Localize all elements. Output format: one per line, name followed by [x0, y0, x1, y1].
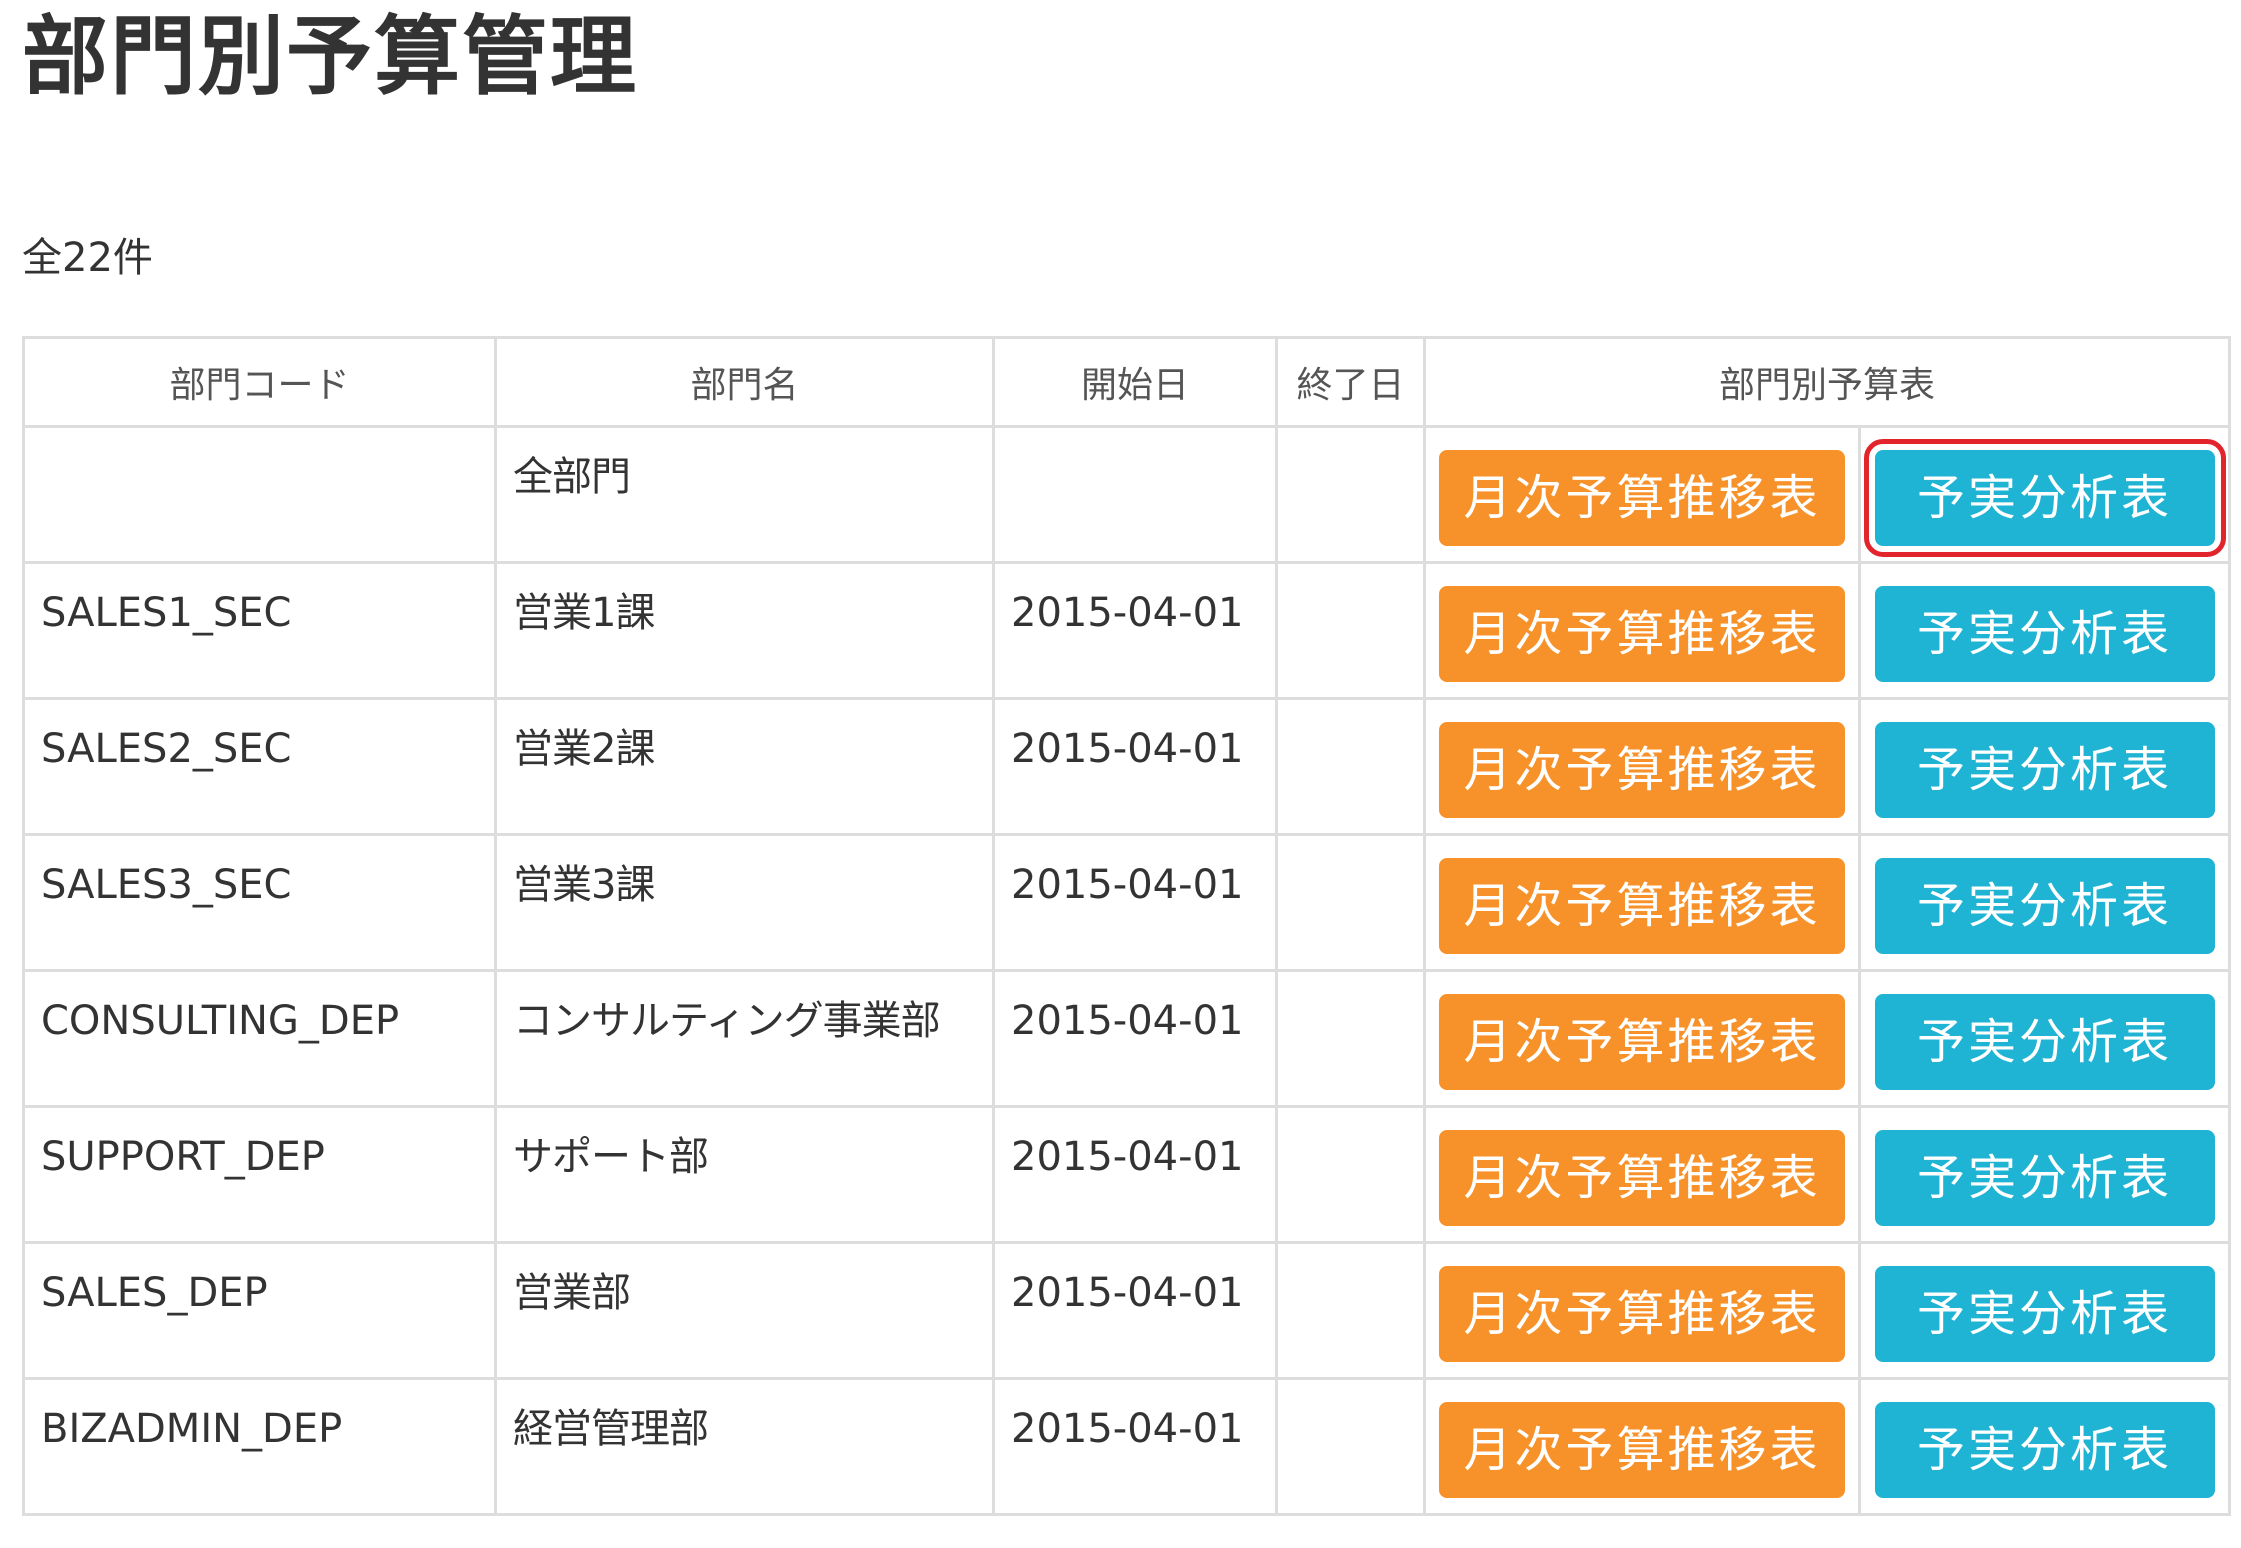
end-date-cell	[1275, 1377, 1426, 1516]
analysis-button-cell: 予実分析表	[1857, 1377, 2232, 1516]
monthly-budget-trend-button[interactable]: 月次予算推移表	[1439, 450, 1845, 546]
department-name-cell: 営業部	[494, 1241, 995, 1380]
monthly-button-cell: 月次予算推移表	[1423, 1241, 1861, 1380]
analysis-button-cell: 予実分析表	[1857, 425, 2232, 564]
department-name-cell: 営業2課	[494, 697, 995, 836]
header-department-name: 部門名	[494, 336, 995, 428]
header-start-date: 開始日	[992, 336, 1278, 428]
analysis-button-cell: 予実分析表	[1857, 1105, 2232, 1244]
monthly-budget-trend-button[interactable]: 月次予算推移表	[1439, 1266, 1845, 1362]
start-date-cell	[992, 425, 1278, 564]
department-name-cell: 経営管理部	[494, 1377, 995, 1516]
analysis-button-cell: 予実分析表	[1857, 1241, 2232, 1380]
table-row: SUPPORT_DEP サポート部 2015-04-01 月次予算推移表 予実分析表	[22, 1105, 2232, 1244]
monthly-button-cell: 月次予算推移表	[1423, 425, 1861, 564]
end-date-cell	[1275, 833, 1426, 972]
department-name-cell: サポート部	[494, 1105, 995, 1244]
monthly-button-cell: 月次予算推移表	[1423, 833, 1861, 972]
table-body: 全部門 月次予算推移表 予実分析表 SALES1_SEC 営業1課 2015-04-01 月…	[22, 425, 2232, 1516]
department-code-cell: SALES_DEP	[22, 1241, 497, 1380]
budget-actual-analysis-button[interactable]: 予実分析表	[1874, 994, 2215, 1090]
end-date-cell	[1275, 1241, 1426, 1380]
department-code-cell	[22, 425, 497, 564]
header-department-budget: 部門別予算表	[1422, 336, 2232, 428]
table-row: CONSULTING_DEP コンサルティング事業部 2015-04-01 月次予算推…	[22, 969, 2232, 1108]
budget-actual-analysis-button[interactable]: 予実分析表	[1874, 1130, 2215, 1226]
monthly-budget-trend-button[interactable]: 月次予算推移表	[1439, 858, 1845, 954]
header-department-code: 部門コード	[22, 336, 497, 428]
budget-actual-analysis-button[interactable]: 予実分析表	[1874, 722, 2215, 818]
department-name-cell: 全部門	[494, 425, 995, 564]
end-date-cell	[1275, 1105, 1426, 1244]
table-row: 全部門 月次予算推移表 予実分析表	[22, 425, 2232, 564]
department-name-cell: 営業3課	[494, 833, 995, 972]
monthly-button-cell: 月次予算推移表	[1423, 969, 1861, 1108]
monthly-button-cell: 月次予算推移表	[1423, 561, 1861, 700]
start-date-cell: 2015-04-01	[992, 697, 1278, 836]
end-date-cell	[1275, 697, 1426, 836]
department-code-cell: SALES2_SEC	[22, 697, 497, 836]
department-code-cell: BIZADMIN_DEP	[22, 1377, 497, 1516]
start-date-cell: 2015-04-01	[992, 1241, 1278, 1380]
start-date-cell: 2015-04-01	[992, 1105, 1278, 1244]
table-row: SALES1_SEC 営業1課 2015-04-01 月次予算推移表 予実分析表	[22, 561, 2232, 700]
monthly-budget-trend-button[interactable]: 月次予算推移表	[1439, 1402, 1845, 1498]
end-date-cell	[1275, 425, 1426, 564]
department-code-cell: CONSULTING_DEP	[22, 969, 497, 1108]
budget-actual-analysis-button[interactable]: 予実分析表	[1874, 1402, 2215, 1498]
department-name-cell: 営業1課	[494, 561, 995, 700]
end-date-cell	[1275, 561, 1426, 700]
budget-actual-analysis-button[interactable]: 予実分析表	[1874, 1266, 2215, 1362]
monthly-button-cell: 月次予算推移表	[1423, 1105, 1861, 1244]
table-row: SALES2_SEC 営業2課 2015-04-01 月次予算推移表 予実分析表	[22, 697, 2232, 836]
monthly-budget-trend-button[interactable]: 月次予算推移表	[1439, 1130, 1845, 1226]
analysis-button-cell: 予実分析表	[1857, 969, 2232, 1108]
budget-actual-analysis-button[interactable]: 予実分析表	[1863, 439, 2226, 557]
page-title: 部門別予算管理	[22, 7, 638, 107]
monthly-button-cell: 月次予算推移表	[1423, 697, 1861, 836]
department-code-cell: SUPPORT_DEP	[22, 1105, 497, 1244]
table-row: SALES3_SEC 営業3課 2015-04-01 月次予算推移表 予実分析表	[22, 833, 2232, 972]
budget-actual-analysis-button[interactable]: 予実分析表	[1874, 858, 2215, 954]
analysis-button-cell: 予実分析表	[1857, 561, 2232, 700]
record-count: 全22件	[22, 235, 153, 281]
start-date-cell: 2015-04-01	[992, 1377, 1278, 1516]
table-row: BIZADMIN_DEP 経営管理部 2015-04-01 月次予算推移表 予実分析表	[22, 1377, 2232, 1516]
start-date-cell: 2015-04-01	[992, 561, 1278, 700]
header-end-date: 終了日	[1275, 336, 1426, 428]
start-date-cell: 2015-04-01	[992, 969, 1278, 1108]
monthly-budget-trend-button[interactable]: 月次予算推移表	[1439, 722, 1845, 818]
start-date-cell: 2015-04-01	[992, 833, 1278, 972]
analysis-button-cell: 予実分析表	[1857, 833, 2232, 972]
end-date-cell	[1275, 969, 1426, 1108]
department-code-cell: SALES1_SEC	[22, 561, 497, 700]
table-header-row: 部門コード 部門名 開始日 終了日 部門別予算表	[22, 336, 2232, 428]
department-budget-table: 部門コード 部門名 開始日 終了日 部門別予算表 全部門 月次予算推移表 予実分析表…	[22, 336, 2232, 1516]
monthly-budget-trend-button[interactable]: 月次予算推移表	[1439, 994, 1845, 1090]
monthly-budget-trend-button[interactable]: 月次予算推移表	[1439, 586, 1845, 682]
analysis-button-cell: 予実分析表	[1857, 697, 2232, 836]
budget-actual-analysis-button[interactable]: 予実分析表	[1874, 586, 2215, 682]
table-row: SALES_DEP 営業部 2015-04-01 月次予算推移表 予実分析表	[22, 1241, 2232, 1380]
department-code-cell: SALES3_SEC	[22, 833, 497, 972]
department-name-cell: コンサルティング事業部	[494, 969, 995, 1108]
monthly-button-cell: 月次予算推移表	[1423, 1377, 1861, 1516]
